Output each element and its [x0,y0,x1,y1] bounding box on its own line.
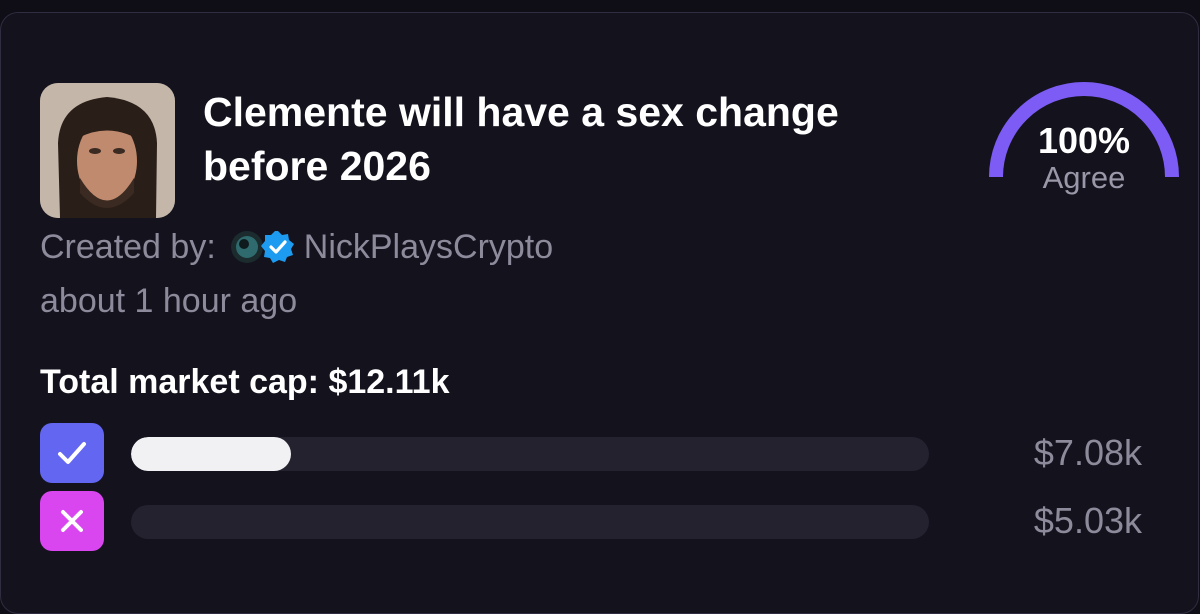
no-option-value: $5.03k [1033,500,1142,541]
check-icon [58,442,86,464]
yes-option-button[interactable] [40,423,104,483]
created-by-label: Created by: [40,227,216,266]
yes-progress-fill [131,437,291,471]
created-time: about 1 hour ago [40,282,298,320]
x-icon [61,510,83,532]
total-market-cap: Total market cap: $12.11k [40,363,450,401]
no-progress-bar [131,505,929,539]
created-by-row: Created by: NickPlaysCrypto [40,223,553,271]
gauge-percent: 100% [1037,120,1131,161]
yes-option-value: $7.08k [1033,432,1142,473]
verified-badge-icon [260,229,296,265]
creator-avatar[interactable] [230,230,264,264]
no-option-button[interactable] [40,491,104,551]
market-title[interactable]: Clemente will have a sex change before 2… [203,85,963,193]
market-avatar [40,83,175,218]
creator-name[interactable]: NickPlaysCrypto [304,228,553,267]
agree-gauge: 100% Agree [986,77,1182,197]
gauge-label: Agree [1042,160,1126,195]
market-card[interactable]: Clemente will have a sex change before 2… [0,12,1199,614]
yes-progress-bar [131,437,929,471]
